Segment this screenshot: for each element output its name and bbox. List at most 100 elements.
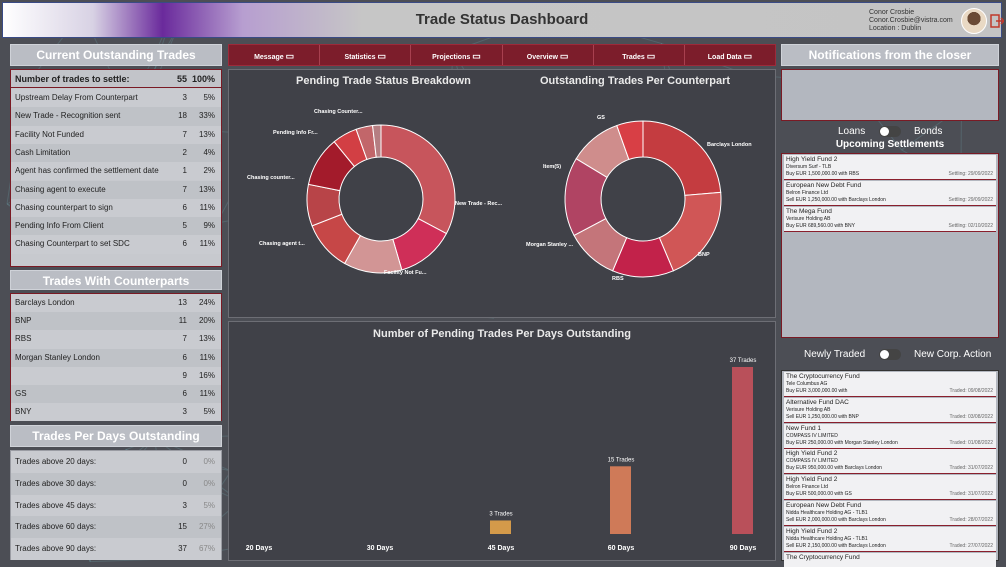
card-date: Traded: 27/07/2022	[949, 542, 993, 549]
table-row[interactable]: Barclays London 13 24%	[11, 294, 221, 313]
outstanding-table: Number of trades to settle: 55 100% Upst…	[10, 69, 222, 267]
pie1-hole	[340, 158, 422, 240]
table-row[interactable]: 9 16%	[11, 366, 221, 385]
card-company: Verisure Holding AB	[786, 215, 831, 222]
row-label: Trades above 60 days:	[15, 522, 97, 532]
pie-label: GS	[597, 115, 605, 121]
nav-label: Statistics	[344, 54, 376, 61]
table-row[interactable]: BNP 11 20%	[11, 312, 221, 331]
row-label: Trades above 30 days:	[15, 478, 97, 488]
list-item[interactable]: High Yield Fund 2 COMPASS IV LIMITED Buy E…	[784, 449, 996, 475]
nav-label: Message	[254, 54, 284, 61]
table-row[interactable]: Cash Limitation 2 4%	[11, 143, 221, 163]
row-label: RBS	[15, 334, 32, 344]
nav-message[interactable]: Message ▭	[229, 45, 321, 65]
row-label: Trades above 90 days:	[15, 544, 97, 554]
nav-load-data[interactable]: Load Data ▭	[685, 45, 775, 65]
summary-count: 55	[176, 74, 187, 84]
table-row[interactable]: Trades above 45 days: 3 5%	[11, 494, 221, 517]
table-row[interactable]: New Trade - Recognition sent 18 33%	[11, 107, 221, 126]
outstanding-title: Current Outstanding Trades	[10, 44, 222, 66]
nav-statistics[interactable]: Statistics ▭	[320, 45, 412, 65]
table-row[interactable]: Facility Not Funded 7 13%	[11, 125, 221, 144]
upcoming-list: High Yield Fund 2 Diversum Surf - TLB Buy …	[781, 153, 999, 338]
bar-data-label: 37 Trades	[730, 358, 757, 364]
table-row[interactable]: Trades above 60 days: 15 27%	[11, 516, 221, 539]
user-info: Conor Crosbie Conor.Crosbie@vistra.com L…	[869, 9, 953, 33]
row-label: Chasing Counterpart to set SDC	[15, 239, 130, 249]
row-label: Trades above 45 days:	[15, 500, 97, 510]
row-count: 5	[182, 221, 187, 231]
bar[interactable]	[490, 520, 511, 534]
nav-trades[interactable]: Trades ▭	[594, 45, 685, 65]
pie-label: Chasing agent t...	[259, 241, 305, 247]
bar-category-label: 30 Days	[367, 545, 394, 552]
card-fund: High Yield Fund 2	[786, 156, 838, 163]
nav-overview[interactable]: Overview ▭	[503, 45, 594, 65]
pie-label: Chasing counter...	[247, 175, 295, 181]
card-detail: Buy EUR 500,000.00 with GS	[786, 491, 852, 498]
summary-row: Number of trades to settle: 55 100%	[11, 70, 221, 88]
bar[interactable]	[610, 466, 631, 534]
row-pct: 33%	[198, 111, 215, 121]
row-count: 6	[182, 389, 187, 398]
card-company: COMPASS IV LIMITED	[786, 458, 838, 465]
card-company: Belron Finance Ltd	[786, 189, 828, 196]
table-row[interactable]: BNY 3 5%	[11, 403, 221, 422]
list-item[interactable]: European New Debt Fund Nidda Healthcare H…	[784, 501, 996, 526]
counterparts-table: Barclays London 13 24% BNP 11 20% RBS 7 13% Morga…	[10, 293, 222, 422]
table-row[interactable]: Upstream Delay From Counterpart 3 5%	[11, 89, 221, 108]
row-label: Trades above 20 days:	[15, 457, 97, 466]
row-label: BNP	[15, 316, 32, 326]
loans-bonds-toggle[interactable]	[879, 126, 901, 137]
traded-action-toggle[interactable]	[879, 349, 901, 360]
card-detail: Sell EUR 1,250,000.00 with BNP	[786, 413, 859, 420]
list-item[interactable]: Alternative Fund DAC Verisure Holding AB S…	[784, 397, 996, 423]
avatar[interactable]	[961, 8, 987, 34]
row-label: Cash Limitation	[15, 147, 71, 157]
pie-label: Chasing Counter...	[314, 109, 363, 115]
pie-label: BNP	[698, 252, 710, 258]
table-row[interactable]: Trades above 30 days: 0 0%	[11, 472, 221, 495]
bar[interactable]	[732, 367, 753, 534]
table-row[interactable]: Chasing agent to execute 7 13%	[11, 180, 221, 199]
table-row[interactable]: Chasing Counterpart to set SDC 6 11%	[11, 235, 221, 254]
row-pct: 0%	[203, 457, 215, 466]
list-item[interactable]: New Fund 1 COMPASS IV LIMITED Buy EUR 250,…	[784, 423, 996, 449]
counterparts-title: Trades With Counterparts	[10, 270, 222, 290]
row-pct: 11%	[199, 239, 215, 249]
table-row[interactable]: Agent has confirmed the settlement date 1…	[11, 162, 221, 181]
row-count: 37	[178, 544, 187, 554]
toggle-corp-label: New Corp. Action	[914, 349, 992, 360]
row-pct: 11%	[199, 352, 215, 362]
table-row[interactable]: Morgan Stanley London 6 11%	[11, 348, 221, 367]
logout-icon[interactable]	[990, 13, 1006, 29]
nav-projections[interactable]: Projections ▭	[411, 45, 503, 65]
list-item[interactable]: High Yield Fund 2 Nidda Healthcare Holdin…	[784, 526, 996, 552]
list-item[interactable]: High Yield Fund 2 Diversum Surf - TLB Buy …	[784, 155, 996, 180]
toggle-bonds-label: Bonds	[914, 126, 943, 137]
row-pct: 27%	[198, 522, 215, 532]
row-pct: 4%	[203, 147, 215, 157]
list-item[interactable]: High Yield Fund 2 Belron Finance Ltd Buy E…	[784, 475, 996, 501]
list-item[interactable]: The Cryptocurrency Fund Tele Columbus AG B…	[784, 372, 996, 397]
list-item[interactable]: The Cryptocurrency Fund	[784, 552, 996, 567]
summary-pct: 100%	[191, 74, 215, 84]
card-fund: The Mega Fund	[786, 207, 832, 215]
row-count: 6	[182, 352, 187, 362]
table-row[interactable]: GS 6 11%	[11, 385, 221, 404]
table-row[interactable]: Trades above 20 days: 0 0%	[11, 451, 221, 473]
row-label: Pending Info From Client	[15, 221, 104, 231]
table-row[interactable]: RBS 7 13%	[11, 330, 221, 349]
table-row[interactable]: Chasing counterpart to sign 6 11%	[11, 198, 221, 218]
table-row[interactable]: Pending Info From Client 5 9%	[11, 217, 221, 236]
card-date: Traded: 01/08/2022	[949, 439, 993, 446]
bar-data-label: 3 Trades	[489, 511, 512, 517]
card-date: Settling: 02/10/2022	[948, 222, 993, 229]
list-item[interactable]: European New Debt Fund Belron Finance Ltd…	[784, 180, 996, 206]
list-item[interactable]: The Mega Fund Verisure Holding AB Buy EUR …	[784, 206, 996, 232]
table-row[interactable]: Trades above 90 days: 37 67%	[11, 538, 221, 560]
days-table: Trades above 20 days: 0 0% Trades above 30 …	[10, 450, 222, 560]
card-company: Belron Finance Ltd	[786, 484, 828, 491]
bars-svg: 20 Days 30 Days 3 Trades 45 Days 15 Trades 60…	[246, 358, 757, 552]
